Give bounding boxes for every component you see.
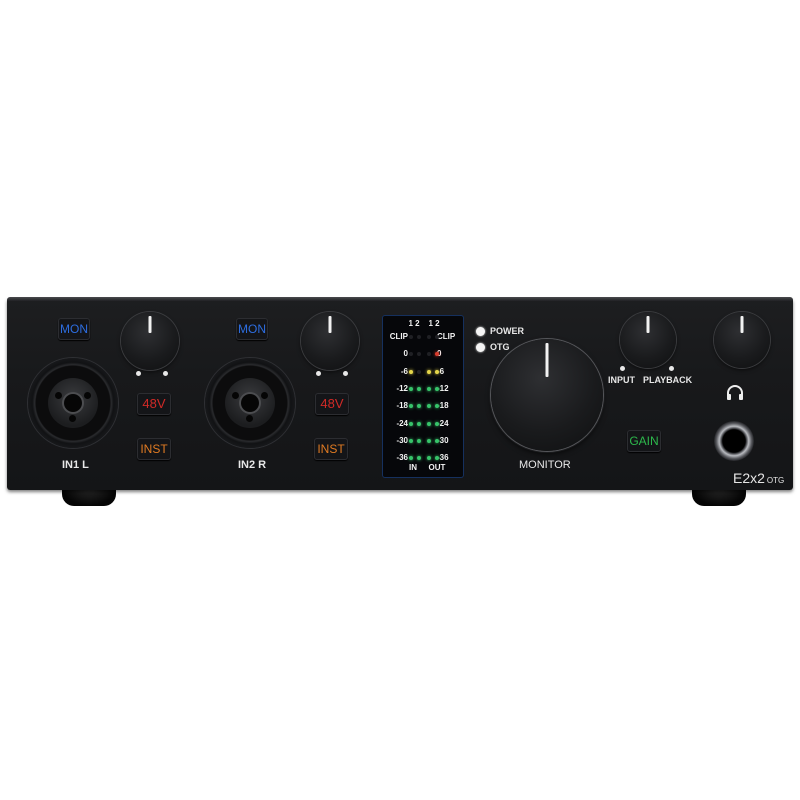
meter-led-out-1: [427, 456, 431, 461]
meter-scale-label-in: CLIP: [389, 332, 408, 341]
mix-playback-dot: [669, 366, 674, 371]
meter-led-out-1: [427, 386, 431, 391]
headphone-volume-knob[interactable]: [714, 312, 770, 368]
meter-led-in-2: [417, 352, 421, 357]
meter-footer-in: IN: [409, 463, 417, 472]
mon-button-ch1[interactable]: MON: [58, 318, 90, 340]
model-sub: OTG: [766, 476, 785, 485]
meter-led-in-2: [417, 386, 421, 391]
meter-led-out-1: [427, 438, 431, 443]
meter-header-out: 1 2: [428, 319, 440, 328]
gain-min-dot-ch2: [316, 371, 321, 376]
meter-footer-out: OUT: [428, 463, 446, 472]
meter-scale-label-in: -24: [396, 418, 408, 428]
meter-led-in-1: [409, 352, 413, 357]
xlr-socket-ch2: [225, 378, 275, 428]
meter-led-in-2: [417, 335, 421, 339]
gain-knob-ch2[interactable]: [301, 312, 359, 370]
meter-scale-label-in: -18: [396, 401, 408, 411]
mix-input-label: INPUT: [608, 375, 635, 385]
meter-header-in: 1 2: [408, 319, 420, 328]
meter-led-out-2: [435, 386, 439, 391]
meter-scale-label-in: -30: [396, 435, 408, 445]
model-name: E2x2 OTG: [733, 470, 784, 486]
power-indicator-led: [476, 327, 485, 336]
meter-led-in-2: [417, 369, 421, 374]
meter-led-in-1: [409, 386, 413, 391]
meter-scale-label-out: -6: [437, 366, 445, 376]
meter-scale-label-out: CLIP: [437, 332, 456, 341]
channel-label-ch2: IN2 R: [238, 459, 267, 471]
meter-scale-label-in: -36: [396, 453, 408, 463]
mix-playback-label: PLAYBACK: [643, 375, 693, 385]
level-meter: 1 2 1 2 IN OUT CLIP CLIP 0 0 -6 -6 -12 -12 -18 -1…: [383, 316, 463, 477]
xlr-pin: [69, 415, 76, 422]
meter-scale-label-out: -36: [437, 453, 449, 463]
trs-socket-ch1: [64, 394, 82, 412]
meter-scale-label-out: -24: [437, 418, 449, 428]
monitor-knob[interactable]: [491, 339, 603, 451]
meter-led-in-2: [417, 438, 421, 443]
otg-label: OTG: [490, 342, 510, 352]
meter-led-in-1: [409, 369, 413, 374]
meter-led-out-1: [427, 421, 431, 426]
meter-led-in-1: [409, 421, 413, 426]
meter-led-in-2: [417, 404, 421, 409]
otg-indicator-led: [476, 343, 485, 352]
gain-button[interactable]: GAIN: [627, 430, 661, 452]
gain-max-dot-ch2: [343, 371, 348, 376]
meter-led-out-1: [427, 352, 431, 357]
mon-button-ch2[interactable]: MON: [236, 318, 268, 340]
meter-led-out-2: [435, 438, 439, 443]
meter-led-in-1: [409, 335, 413, 339]
meter-scale-label-in: -6: [400, 366, 408, 376]
power-label: POWER: [490, 326, 525, 336]
monitor-label: MONITOR: [519, 459, 571, 471]
audio-interface: MON 48V INST IN1 L MON 48V INST IN2 R 1 …: [0, 0, 800, 800]
mix-knob[interactable]: [620, 312, 676, 368]
panel-top-edge: [7, 297, 793, 301]
inst-button-ch1[interactable]: INST: [137, 438, 171, 460]
xlr-pin: [261, 392, 268, 399]
combo-input-ch2[interactable]: [205, 358, 295, 448]
meter-scale-label-in: -12: [396, 383, 408, 393]
phantom-48v-button-ch2[interactable]: 48V: [315, 393, 349, 415]
meter-led-out-1: [427, 369, 431, 374]
gain-max-dot-ch1: [163, 371, 168, 376]
meter-led-in-1: [409, 438, 413, 443]
meter-led-in-2: [417, 456, 421, 461]
phantom-48v-button-ch1[interactable]: 48V: [137, 393, 171, 415]
meter-scale-label-out: -12: [437, 383, 449, 393]
meter-scale-label-in: 0: [403, 349, 408, 359]
mix-input-dot: [620, 366, 625, 371]
combo-input-ch1[interactable]: [28, 358, 118, 448]
trs-socket-ch2: [241, 394, 259, 412]
meter-led-out-1: [427, 335, 431, 339]
model-main: E2x2: [733, 470, 765, 486]
meter-led-out-2: [435, 335, 439, 339]
xlr-pin: [246, 415, 253, 422]
xlr-pin: [232, 392, 239, 399]
xlr-pin: [84, 392, 91, 399]
meter-led-out-2: [435, 421, 439, 426]
xlr-pin: [55, 392, 62, 399]
inst-button-ch2[interactable]: INST: [314, 438, 348, 460]
gain-min-dot-ch1: [136, 371, 141, 376]
headphone-jack[interactable]: [714, 421, 754, 461]
meter-led-out-1: [427, 404, 431, 409]
meter-scale-label-out: -30: [437, 435, 449, 445]
meter-scale-label-out: 0: [437, 349, 442, 359]
meter-led-out-2: [435, 369, 439, 374]
meter-led-in-2: [417, 421, 421, 426]
headphones-icon: [727, 385, 743, 400]
meter-scale-label-out: -18: [437, 401, 449, 411]
meter-led-in-1: [409, 404, 413, 409]
xlr-socket-ch1: [48, 378, 98, 428]
meter-led-in-1: [409, 456, 413, 461]
channel-label-ch1: IN1 L: [62, 459, 89, 471]
gain-knob-ch1[interactable]: [121, 312, 179, 370]
